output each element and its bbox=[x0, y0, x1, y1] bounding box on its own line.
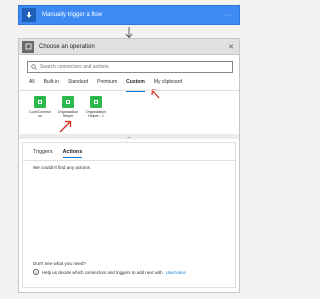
search-input[interactable] bbox=[40, 64, 220, 70]
tab-custom[interactable]: Custom bbox=[126, 79, 145, 92]
connector-item[interactable]: Organization Helper bbox=[55, 96, 81, 118]
operation-title: Choose an operation bbox=[39, 43, 95, 50]
custom-connector-icon bbox=[90, 96, 102, 108]
manual-trigger-icon bbox=[22, 8, 36, 22]
trigger-action-tabs: Triggers Actions bbox=[33, 149, 92, 158]
tab-standard[interactable]: Standard bbox=[68, 79, 88, 89]
connector-item[interactable]: CodeConnect oo bbox=[27, 96, 53, 118]
close-icon[interactable]: ✕ bbox=[228, 43, 234, 51]
help-text: Help us decide which connectors and trig… bbox=[42, 270, 186, 275]
sub-tabs-divider bbox=[23, 160, 235, 161]
tab-built-in[interactable]: Built-in bbox=[44, 79, 59, 89]
annotation-arrow-icon bbox=[59, 120, 72, 133]
chevron-up-icon: ︿ bbox=[127, 133, 131, 139]
annotation-arrow-icon bbox=[151, 89, 160, 99]
choose-operation-card: Choose an operation ✕ All Built-in Stand… bbox=[18, 38, 240, 293]
collapse-bar[interactable]: ︿ bbox=[19, 134, 239, 139]
search-icon bbox=[31, 64, 37, 70]
connector-list: CodeConnect oo Organization Helper Organ… bbox=[27, 96, 111, 118]
connector-item[interactable]: Organization Helper - 1 bbox=[83, 96, 109, 118]
connector-label: Organization Helper - 1 bbox=[85, 110, 107, 118]
tabs-divider bbox=[19, 90, 239, 91]
search-box[interactable] bbox=[27, 61, 233, 73]
tab-actions[interactable]: Actions bbox=[62, 149, 82, 158]
actions-pane: Triggers Actions We couldn't find any ac… bbox=[22, 142, 236, 288]
uservoice-link[interactable]: UserVoice bbox=[166, 270, 186, 275]
help-row: ? Help us decide which connectors and tr… bbox=[33, 269, 186, 275]
trigger-card[interactable]: Manually trigger a flow ··· bbox=[18, 5, 240, 25]
tab-all[interactable]: All bbox=[29, 79, 35, 89]
operation-icon bbox=[22, 40, 34, 53]
tab-premium[interactable]: Premium bbox=[97, 79, 117, 89]
tab-triggers[interactable]: Triggers bbox=[33, 149, 53, 155]
empty-message: We couldn't find any actions bbox=[33, 165, 90, 170]
connector-tabs: All Built-in Standard Premium Custom My … bbox=[29, 79, 191, 92]
help-text-body: Help us decide which connectors and trig… bbox=[42, 269, 163, 275]
question-icon: ? bbox=[33, 269, 39, 275]
custom-connector-icon bbox=[34, 96, 46, 108]
trigger-title: Manually trigger a flow bbox=[42, 12, 103, 18]
connector-label: CodeConnect oo bbox=[29, 110, 51, 118]
custom-connector-icon bbox=[62, 96, 74, 108]
connector-label: Organization Helper bbox=[57, 110, 79, 118]
operation-header: Choose an operation ✕ bbox=[19, 39, 239, 55]
help-title: Don't see what you need? bbox=[33, 261, 86, 266]
more-options-icon[interactable]: ··· bbox=[224, 12, 234, 19]
